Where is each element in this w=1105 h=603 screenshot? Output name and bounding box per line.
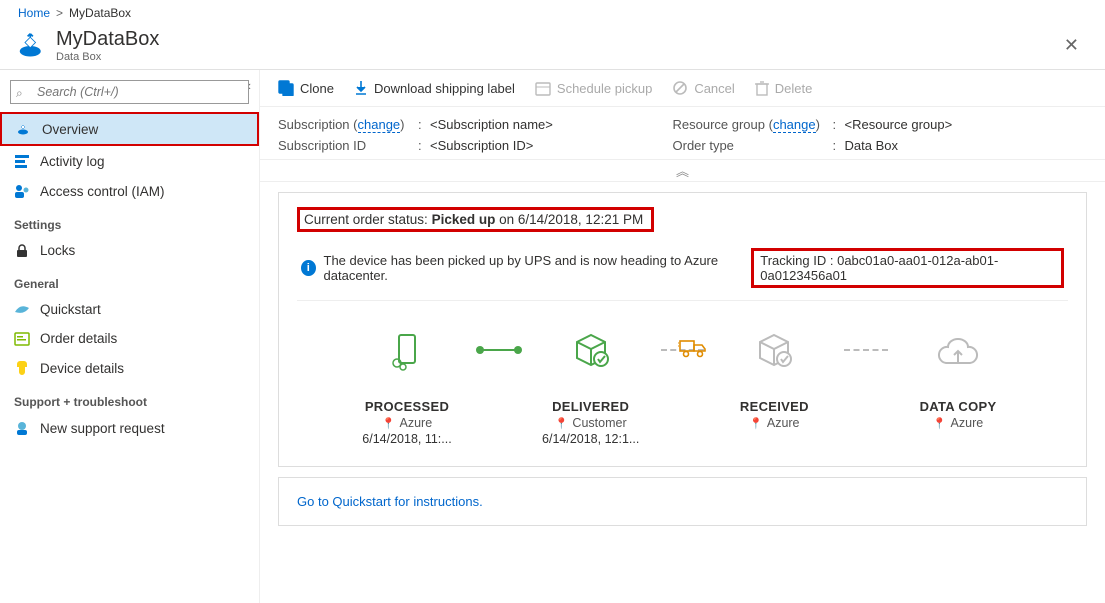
support-icon: [14, 420, 30, 436]
sidebar-item-device-details[interactable]: Device details: [0, 353, 259, 383]
databox-icon: [18, 32, 46, 60]
trash-icon: [755, 80, 769, 96]
sidebar-item-label: Overview: [42, 122, 98, 137]
connector-3: [844, 349, 888, 351]
connector-2: [661, 349, 705, 351]
calendar-icon: [535, 80, 551, 96]
data-copy-icon: [888, 327, 1028, 375]
subscription-value: <Subscription name>: [430, 117, 673, 132]
close-button[interactable]: ✕: [1056, 31, 1087, 60]
device-details-icon: [14, 360, 30, 376]
tool-label: Schedule pickup: [557, 81, 652, 96]
quickstart-icon: [14, 303, 30, 317]
sidebar-item-locks[interactable]: Locks: [0, 236, 259, 265]
stage-received: RECEIVED 📍Azure: [704, 327, 844, 432]
essentials-collapse-toggle[interactable]: ︽: [260, 159, 1105, 182]
order-status-panel: Current order status: Picked up on 6/14/…: [278, 192, 1087, 467]
current-order-status: Current order status: Picked up on 6/14/…: [297, 207, 654, 232]
subscription-label: Subscription (change): [278, 117, 418, 132]
info-icon: i: [301, 260, 316, 276]
tracking-id: Tracking ID : 0abc01a0-aa01-012a-ab01-0a…: [751, 248, 1064, 288]
sidebar-group-settings: Settings: [0, 206, 259, 236]
page-subtitle: Data Box: [56, 51, 159, 63]
cancel-icon: [672, 80, 688, 96]
schedule-pickup-button: Schedule pickup: [535, 80, 652, 96]
tool-label: Cancel: [694, 81, 734, 96]
download-icon: [354, 80, 368, 96]
sidebar-item-activity-log[interactable]: Activity log: [0, 146, 259, 176]
sidebar-item-label: Order details: [40, 331, 117, 346]
page-title: MyDataBox: [56, 28, 159, 51]
subscription-change-link[interactable]: change: [358, 117, 401, 133]
resource-group-label: Resource group (change): [673, 117, 833, 132]
location-pin-icon: 📍: [382, 417, 396, 430]
command-bar: Clone Download shipping label Schedule p…: [260, 70, 1105, 107]
sidebar-item-quickstart[interactable]: Quickstart: [0, 295, 259, 324]
sidebar-item-label: Device details: [40, 361, 124, 376]
resource-group-value: <Resource group>: [845, 117, 1088, 132]
activity-log-icon: [14, 153, 30, 169]
location-pin-icon: 📍: [555, 417, 569, 430]
status-info-text: The device has been picked up by UPS and…: [324, 253, 744, 283]
sidebar-item-label: Access control (IAM): [40, 184, 165, 199]
clone-icon: [278, 80, 294, 96]
quickstart-link[interactable]: Go to Quickstart for instructions.: [297, 494, 483, 509]
received-icon: [704, 327, 844, 375]
page-header: MyDataBox Data Box ✕: [0, 24, 1105, 70]
location-pin-icon: 📍: [749, 417, 763, 430]
processed-icon: [337, 327, 477, 375]
order-type-label: Order type: [673, 138, 833, 153]
sidebar: « ⌕ Overview Activity log Access control…: [0, 70, 260, 603]
sidebar-item-overview[interactable]: Overview: [0, 112, 259, 146]
breadcrumb-home[interactable]: Home: [18, 6, 50, 20]
order-type-value: Data Box: [845, 138, 1088, 153]
download-shipping-label-button[interactable]: Download shipping label: [354, 80, 515, 96]
sidebar-item-label: New support request: [40, 421, 165, 436]
location-pin-icon: 📍: [933, 417, 947, 430]
sidebar-item-label: Quickstart: [40, 302, 101, 317]
shipping-truck-icon: [678, 337, 708, 362]
sidebar-item-label: Locks: [40, 243, 75, 258]
cancel-button: Cancel: [672, 80, 734, 96]
subscription-id-value: <Subscription ID>: [430, 138, 673, 153]
main-content: Clone Download shipping label Schedule p…: [260, 70, 1105, 603]
status-info-line: i The device has been picked up by UPS a…: [297, 242, 1068, 301]
order-details-icon: [14, 332, 30, 346]
order-stages: PROCESSED 📍Azure 6/14/2018, 11:... DELIV…: [297, 301, 1068, 446]
clone-button[interactable]: Clone: [278, 80, 334, 96]
sidebar-group-general: General: [0, 265, 259, 295]
delete-button: Delete: [755, 80, 813, 96]
breadcrumb-separator: >: [56, 6, 63, 20]
stage-processed: PROCESSED 📍Azure 6/14/2018, 11:...: [337, 327, 477, 446]
stage-delivered: DELIVERED 📍Customer 6/14/2018, 12:1...: [521, 327, 661, 446]
essentials: Subscription (change) : <Subscription na…: [260, 107, 1105, 159]
delivered-icon: [521, 327, 661, 375]
sidebar-item-label: Activity log: [40, 154, 105, 169]
subscription-id-label: Subscription ID: [278, 138, 418, 153]
connector-1: [477, 349, 521, 351]
sidebar-item-access-control[interactable]: Access control (IAM): [0, 176, 259, 206]
sidebar-item-order-details[interactable]: Order details: [0, 324, 259, 353]
tool-label: Clone: [300, 81, 334, 96]
chevron-up-icon: ︽: [676, 164, 689, 179]
search-input[interactable]: [10, 80, 249, 104]
resource-group-change-link[interactable]: change: [773, 117, 816, 133]
search-icon: ⌕: [16, 86, 23, 101]
breadcrumb-current: MyDataBox: [69, 6, 131, 20]
quickstart-panel: Go to Quickstart for instructions.: [278, 477, 1087, 526]
access-control-icon: [14, 183, 30, 199]
tool-label: Delete: [775, 81, 813, 96]
lock-icon: [14, 244, 30, 258]
breadcrumb: Home > MyDataBox: [0, 0, 1105, 24]
tool-label: Download shipping label: [374, 81, 515, 96]
sidebar-group-support: Support + troubleshoot: [0, 383, 259, 413]
sidebar-item-new-support-request[interactable]: New support request: [0, 413, 259, 443]
overview-icon: [16, 121, 32, 137]
stage-data-copy: DATA COPY 📍Azure: [888, 327, 1028, 432]
